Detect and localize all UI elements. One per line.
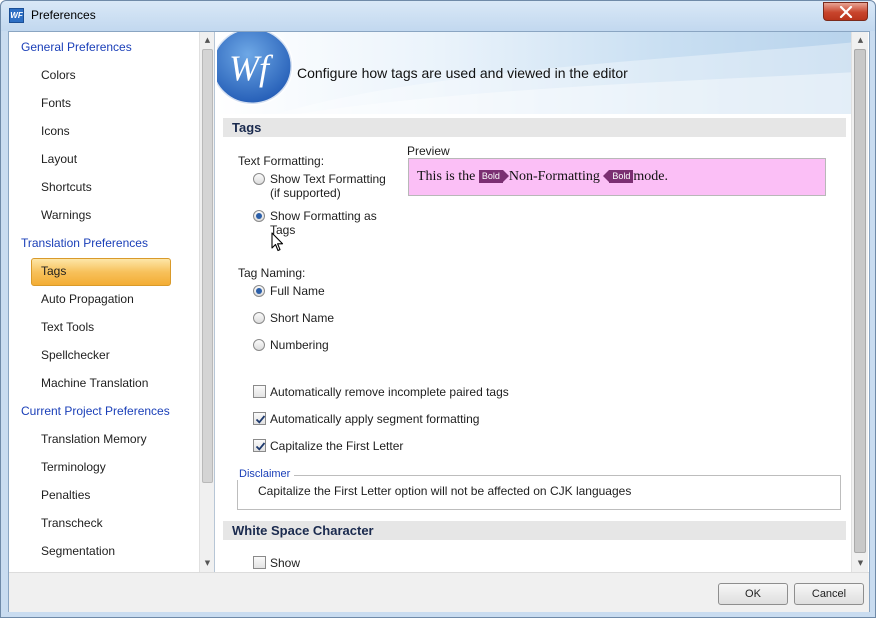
show-formatting-as-tags-label[interactable]: Show Formatting as Tags [270,209,377,237]
capitalize-first-letter-checkbox[interactable] [253,439,266,452]
scroll-down-arrow-icon[interactable]: ▼ [203,559,212,568]
sidebar-scrollbar[interactable]: ▲ ▼ [199,32,214,572]
show-formatting-as-tags-radio[interactable] [253,210,265,222]
sidebar-item-transcheck[interactable]: Transcheck [41,512,103,534]
sidebar-item-tags[interactable]: Tags [41,260,66,282]
close-icon [839,6,853,18]
preview-label: Preview [407,144,450,158]
sidebar-item-general-preferences[interactable]: General Preferences [21,36,132,58]
sidebar-item-auto-propagation[interactable]: Auto Propagation [41,288,134,310]
window-title: Preferences [31,8,96,22]
ok-button[interactable]: OK [718,583,788,605]
main-scrollbar[interactable]: ▲ ▼ [851,32,868,572]
sidebar-item-segmentation[interactable]: Segmentation [41,540,115,562]
sidebar-item-spellchecker[interactable]: Spellchecker [41,344,110,366]
bold-open-tag: Bold [478,170,509,183]
white-space-section-header: White Space Character [223,521,846,540]
sidebar-item-machine-translation[interactable]: Machine Translation [41,372,148,394]
sidebar-item-penalties[interactable]: Penalties [41,484,90,506]
scroll-up-arrow-icon[interactable]: ▲ [203,36,212,45]
cancel-button[interactable]: Cancel [794,583,864,605]
apply-segment-formatting-label[interactable]: Automatically apply segment formatting [270,412,479,426]
preferences-window: WF Preferences General Preferences Colors… [0,0,876,618]
sidebar-item-icons[interactable]: Icons [41,120,70,142]
title-bar[interactable]: WF Preferences [1,1,875,31]
full-name-radio[interactable] [253,285,265,297]
preferences-sidebar: General Preferences Colors Fonts Icons Layou… [9,32,215,572]
sidebar-scroll-thumb[interactable] [202,49,213,483]
tag-naming-label: Tag Naming: [238,266,306,280]
full-name-label[interactable]: Full Name [270,284,325,298]
sidebar-item-translation-memory[interactable]: Translation Memory [41,428,147,450]
dialog-footer: OK Cancel [9,572,869,612]
svg-text:Wf: Wf [229,48,274,88]
main-scroll-down-arrow-icon[interactable]: ▼ [856,559,865,568]
main-scroll-thumb[interactable] [854,49,866,553]
numbering-radio[interactable] [253,339,265,351]
sidebar-item-translation-preferences[interactable]: Translation Preferences [21,232,148,254]
sidebar-item-terminology[interactable]: Terminology [41,456,106,478]
apply-segment-formatting-checkbox[interactable] [253,412,266,425]
short-name-label[interactable]: Short Name [270,311,334,325]
capitalize-first-letter-label[interactable]: Capitalize the First Letter [270,439,403,453]
app-logo-icon: WF [9,8,24,23]
remove-incomplete-tags-checkbox[interactable] [253,385,266,398]
tags-section-header: Tags [223,118,846,137]
sidebar-item-shortcuts[interactable]: Shortcuts [41,176,92,198]
sidebar-item-layout[interactable]: Layout [41,148,77,170]
close-button[interactable] [823,2,868,21]
text-formatting-label: Text Formatting: [238,154,325,168]
tags-settings-panel: Wf Configure how tags are used and viewe… [217,32,869,572]
disclaimer-legend: Disclaimer [235,468,295,480]
show-text-formatting-radio[interactable] [253,173,265,185]
show-white-space-label[interactable]: Show [270,556,300,570]
sidebar-item-text-tools[interactable]: Text Tools [41,316,94,338]
sidebar-item-current-project-preferences[interactable]: Current Project Preferences [21,400,170,422]
disclaimer-text: Capitalize the First Letter option will … [258,484,632,498]
header-banner: Wf Configure how tags are used and viewe… [217,32,857,114]
banner-heading: Configure how tags are used and viewed i… [297,65,628,81]
wordfast-logo-icon: Wf [217,32,293,106]
tag-preview-box: This is the Bold Non-Formatting Bold mode. [408,158,826,196]
main-scroll-up-arrow-icon[interactable]: ▲ [856,36,865,45]
sidebar-item-fonts[interactable]: Fonts [41,92,71,114]
mouse-cursor-icon [271,232,284,252]
sidebar-item-warnings[interactable]: Warnings [41,204,91,226]
sidebar-item-colors[interactable]: Colors [41,64,76,86]
bold-close-tag: Bold [603,170,634,183]
remove-incomplete-tags-label[interactable]: Automatically remove incomplete paired t… [270,385,509,399]
numbering-label[interactable]: Numbering [270,338,329,352]
short-name-radio[interactable] [253,312,265,324]
client-area: General Preferences Colors Fonts Icons Layou… [8,31,870,612]
show-text-formatting-label[interactable]: Show Text Formatting (if supported) [270,172,386,200]
show-white-space-checkbox[interactable] [253,556,266,569]
